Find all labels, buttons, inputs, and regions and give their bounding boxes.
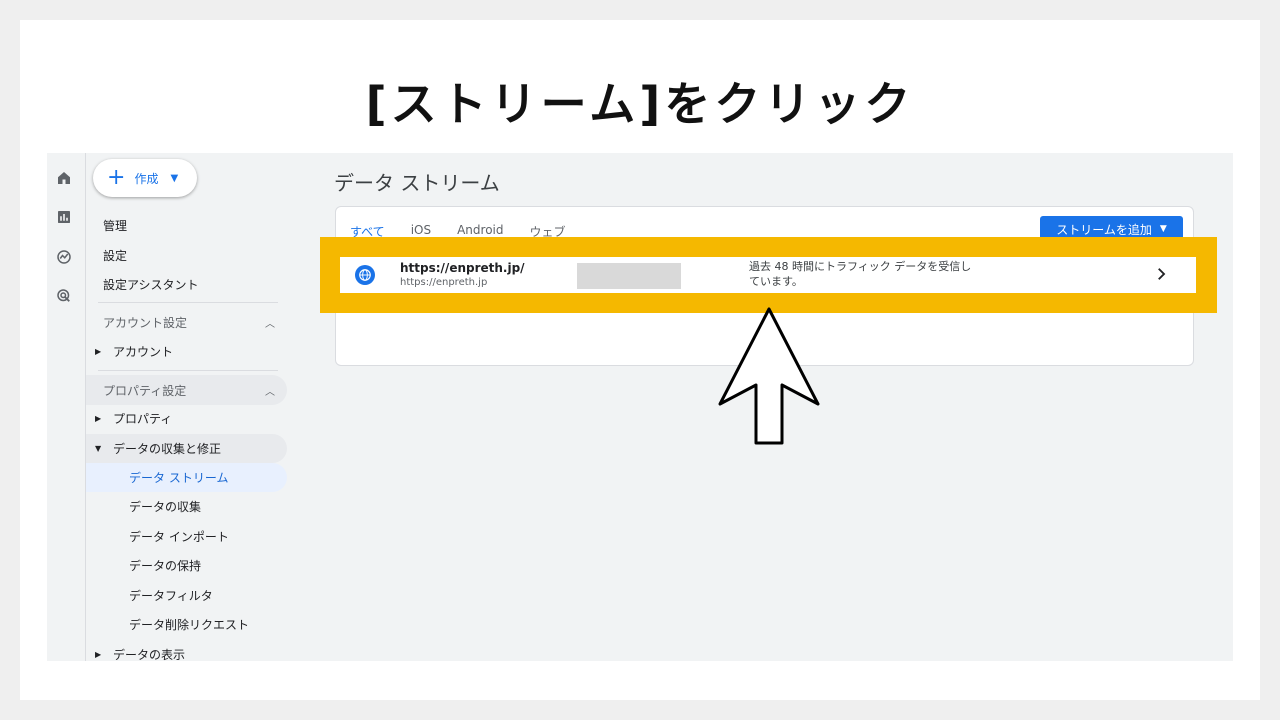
advertising-icon[interactable] <box>54 286 74 306</box>
nav-rail <box>47 153 80 661</box>
sidebar-item-property-label: プロパティ <box>113 412 173 426</box>
chevron-up-icon: ︿ <box>265 318 275 330</box>
stream-status: 過去 48 時間にトラフィック データを受信し ています。 <box>749 259 999 289</box>
sidebar-item-data-display[interactable]: ▶ データの表示 <box>86 640 287 661</box>
expand-triangle-icon: ▶ <box>95 414 102 423</box>
sidebar-divider <box>98 302 278 303</box>
analytics-screen: + 作成 ▼ 管理 設定 設定アシスタント アカウント設定 ︿ ▶ アカウント … <box>47 153 1233 661</box>
sidebar-subitem-data-retention[interactable]: データの保持 <box>86 551 287 580</box>
sidebar-item-settings[interactable]: 設定 <box>103 247 127 264</box>
sidebar: + 作成 ▼ 管理 設定 設定アシスタント アカウント設定 ︿ ▶ アカウント … <box>85 153 290 661</box>
redacted-stream-id <box>577 263 681 289</box>
section-property-settings-label: プロパティ設定 <box>103 383 187 398</box>
section-property-settings[interactable]: プロパティ設定 ︿ <box>86 375 287 405</box>
sidebar-subitem-data-filters[interactable]: データフィルタ <box>86 581 287 610</box>
add-stream-button-label: ストリームを追加 <box>1056 222 1152 237</box>
stream-status-line: ています。 <box>749 275 803 288</box>
chevron-up-icon: ︿ <box>265 386 275 398</box>
sidebar-subitem-data-import[interactable]: データ インポート <box>86 522 287 551</box>
sidebar-item-manage[interactable]: 管理 <box>103 217 127 234</box>
sidebar-item-account[interactable]: ▶ アカウント <box>86 337 287 366</box>
stream-url-title: https://enpreth.jp/ <box>400 261 525 275</box>
reports-icon[interactable] <box>54 207 74 227</box>
expand-triangle-icon: ▶ <box>95 650 102 659</box>
sidebar-divider <box>98 370 278 371</box>
collapse-triangle-icon: ▼ <box>95 444 102 453</box>
sidebar-subitem-data-deletion-requests[interactable]: データ削除リクエスト <box>86 610 287 639</box>
sidebar-item-data-collection-modification[interactable]: ▼ データの収集と修正 <box>86 434 287 463</box>
create-button-label: 作成 <box>134 171 159 186</box>
plus-icon: + <box>107 165 126 190</box>
sidebar-item-data-display-label: データの表示 <box>113 648 186 661</box>
home-icon[interactable] <box>54 168 74 188</box>
section-account-settings-label: アカウント設定 <box>103 315 188 330</box>
stream-status-line: 過去 48 時間にトラフィック データを受信し <box>749 260 972 273</box>
create-button[interactable]: + 作成 ▼ <box>93 159 197 197</box>
chevron-right-icon[interactable] <box>1152 265 1170 283</box>
page-title: データ ストリーム <box>334 171 500 195</box>
globe-icon <box>355 265 375 285</box>
expand-triangle-icon: ▶ <box>95 347 102 356</box>
sidebar-subitem-data-streams[interactable]: データ ストリーム <box>86 463 287 492</box>
caret-down-icon: ▼ <box>170 172 179 184</box>
pointer-arrow-icon <box>718 307 820 445</box>
section-account-settings[interactable]: アカウント設定 ︿ <box>86 307 287 337</box>
sidebar-item-data-collection-modification-label: データの収集と修正 <box>113 442 222 456</box>
sidebar-item-account-label: アカウント <box>113 345 174 359</box>
stream-row[interactable]: https://enpreth.jp/ https://enpreth.jp 過… <box>340 257 1196 293</box>
sidebar-subitem-data-collection[interactable]: データの収集 <box>86 492 287 521</box>
stream-url-subtitle: https://enpreth.jp <box>400 277 488 288</box>
sidebar-item-setup-assistant[interactable]: 設定アシスタント <box>103 276 199 293</box>
sidebar-item-property[interactable]: ▶ プロパティ <box>86 404 287 433</box>
slide-title: [ストリーム]をクリック <box>365 77 915 131</box>
explore-icon[interactable] <box>54 247 74 267</box>
caret-down-icon: ▼ <box>1159 224 1167 234</box>
